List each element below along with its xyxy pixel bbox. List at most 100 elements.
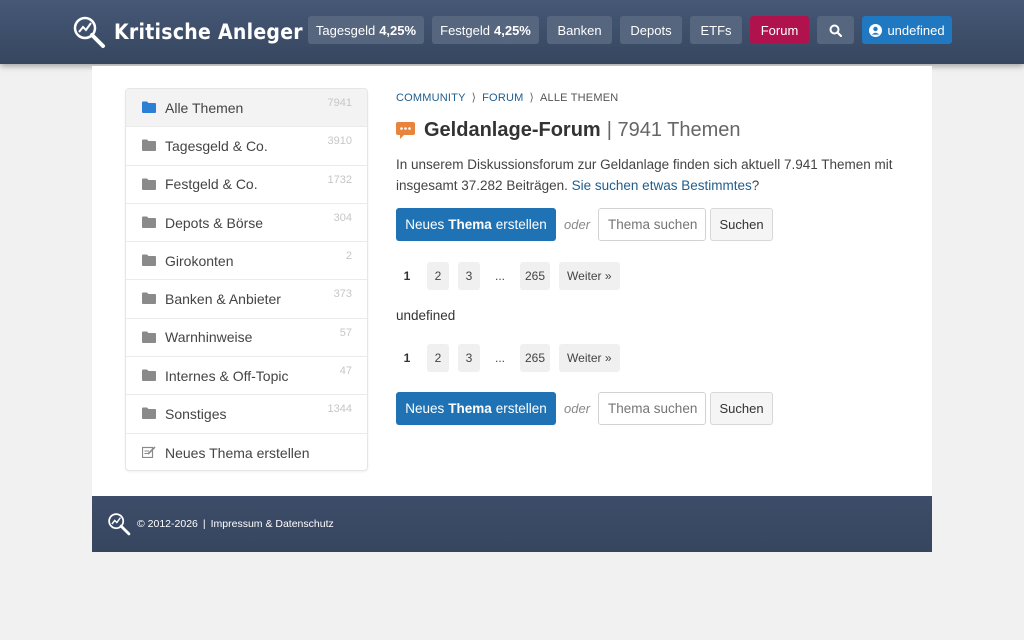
sidebar-item-label: Alle Themen: [165, 99, 244, 116]
new-topic-button[interactable]: Neues Thema erstellen: [396, 392, 556, 425]
breadcrumb-community[interactable]: COMMUNITY: [396, 92, 466, 104]
topic-search-input[interactable]: [598, 392, 707, 425]
sidebar-item-label: Warnhinweise: [165, 329, 253, 346]
content-panel: Alle Themen 7941 Tagesgeld & Co. 3910 Fe…: [92, 66, 932, 496]
topic-search-button[interactable]: Suchen: [710, 208, 774, 241]
sidebar-item-label: Internes & Off-Topic: [165, 367, 289, 384]
impressum-link[interactable]: Impressum & Datenschutz: [211, 518, 334, 530]
sidebar-item-count: 3910: [327, 135, 352, 148]
sidebar-item-girokonten[interactable]: Girokonten 2: [126, 242, 367, 281]
magnifier-chart-icon: [108, 513, 131, 536]
sidebar-item-alle-themen[interactable]: Alle Themen 7941: [126, 89, 367, 128]
footer-text: © 2012-2026 | Impressum & Datenschutz: [137, 518, 334, 530]
site-footer: © 2012-2026 | Impressum & Datenschutz: [92, 496, 932, 552]
sidebar-item-label: Girokonten: [165, 252, 234, 269]
page-ellipsis: ...: [494, 269, 505, 283]
breadcrumb-separator: ⟩: [529, 92, 534, 104]
sidebar-item-count: 373: [333, 288, 352, 301]
nav-depots[interactable]: Depots: [620, 16, 682, 44]
new-topic-label-bold: Thema: [448, 217, 492, 232]
topic-list-placeholder: undefined: [396, 308, 456, 323]
page-ellipsis: ...: [494, 351, 505, 365]
footer-separator: |: [202, 518, 206, 530]
pagination-top: 1 2 3 ... 265 Weiter »: [396, 262, 629, 290]
sidebar-item-internes[interactable]: Internes & Off-Topic 47: [126, 357, 367, 396]
search-hint-link[interactable]: Sie suchen etwas Bestimmtes: [572, 178, 752, 193]
sidebar-item-label: Festgeld & Co.: [165, 176, 258, 193]
page-3-link[interactable]: 3: [458, 262, 480, 290]
sidebar-item-count: 1344: [327, 403, 352, 416]
logo-text: Kritische Anleger: [114, 20, 303, 44]
nav-banken-label: Banken: [557, 22, 602, 38]
sidebar-item-count: 304: [333, 211, 352, 224]
folder-icon: [142, 407, 156, 420]
nav-tagesgeld-label: Tagesgeld: [315, 22, 376, 38]
nav-festgeld-rate: 4,25%: [494, 22, 531, 38]
copyright: © 2012-2026: [137, 518, 198, 530]
nav-festgeld[interactable]: Festgeld 4,25%: [432, 16, 539, 44]
page-title: Geldanlage-Forum: [424, 119, 601, 141]
topic-actions-top: NeuesThemaerstellen oder Suchen: [396, 208, 774, 241]
sidebar-item-count: 1732: [327, 173, 352, 186]
nav-banken[interactable]: Banken: [547, 16, 612, 44]
sidebar-item-festgeld[interactable]: Festgeld & Co. 1732: [126, 166, 367, 204]
breadcrumb: COMMUNITY ⟩ FORUM ⟩ ALLE THEMEN: [396, 91, 618, 104]
user-account-button[interactable]: undefined: [862, 16, 952, 44]
breadcrumb-forum[interactable]: FORUM: [482, 92, 523, 104]
page-1-current: 1: [403, 351, 411, 365]
sidebar-item-sonstiges[interactable]: Sonstiges 1344: [126, 395, 367, 434]
sidebar-item-label: Tagesgeld & Co.: [165, 137, 268, 154]
folder-icon: [142, 331, 156, 343]
folder-icon: [142, 292, 156, 305]
site-logo[interactable]: Kritische Anleger: [72, 12, 324, 52]
topic-actions-bottom: NeuesThemaerstellen oder Suchen: [396, 392, 774, 425]
sidebar-item-label: Neues Thema erstellen: [165, 444, 310, 461]
sidebar-item-banken[interactable]: Banken & Anbieter 373: [126, 280, 367, 319]
sidebar-item-new-topic[interactable]: Neues Thema erstellen: [126, 434, 367, 470]
sidebar-item-warnhinweise[interactable]: Warnhinweise 57: [126, 319, 367, 358]
sidebar-item-label: Depots & Börse: [165, 214, 264, 231]
sidebar-item-label: Banken & Anbieter: [165, 291, 281, 308]
forum-chat-icon: [396, 122, 415, 139]
sidebar-item-count: 7941: [327, 97, 352, 109]
new-topic-button[interactable]: Neues Thema erstellen: [396, 208, 556, 241]
user-label: undefined: [887, 22, 945, 38]
page-2-link[interactable]: 2: [427, 262, 449, 290]
nav-tagesgeld[interactable]: Tagesgeld 4,25%: [308, 16, 424, 44]
folder-icon: [142, 369, 156, 382]
folder-icon: [142, 139, 156, 152]
page-1-current: 1: [403, 269, 411, 283]
page-last-link[interactable]: 265: [520, 262, 551, 290]
top-navigation-bar: Kritische Anleger Tagesgeld 4,25% Festgel…: [0, 0, 1024, 64]
page-2-link[interactable]: 2: [427, 344, 449, 372]
page-3-link[interactable]: 3: [458, 344, 480, 372]
nav-depots-label: Depots: [630, 22, 672, 38]
sidebar-item-tagesgeld[interactable]: Tagesgeld & Co. 3910: [126, 127, 367, 166]
nav-forum-label: Forum: [760, 22, 799, 38]
next-page-button[interactable]: Weiter »: [559, 344, 620, 372]
breadcrumb-separator: ⟩: [471, 92, 477, 104]
sidebar-item-depots[interactable]: Depots & Börse 304: [126, 204, 367, 243]
new-topic-label-prefix: Neues: [405, 401, 445, 416]
search-button[interactable]: [817, 16, 854, 44]
topic-count: | 7941 Themen: [606, 119, 741, 141]
sidebar-item-label: Sonstiges: [165, 406, 227, 423]
magnifier-chart-icon: [73, 16, 105, 48]
nav-etfs[interactable]: ETFs: [690, 16, 742, 44]
edit-icon: [142, 446, 156, 458]
topic-search-button[interactable]: Suchen: [710, 392, 774, 425]
user-circle-icon: [869, 23, 883, 37]
new-topic-label-suffix: erstellen: [495, 401, 547, 416]
new-topic-label-bold: Thema: [448, 401, 492, 416]
sidebar-item-count: 47: [339, 365, 352, 378]
page-last-link[interactable]: 265: [520, 344, 551, 372]
folder-icon: [142, 101, 156, 113]
search-icon: [829, 24, 842, 37]
topic-search-input[interactable]: [598, 208, 707, 241]
new-topic-label-prefix: Neues: [405, 217, 445, 232]
nav-forum[interactable]: Forum: [750, 16, 809, 44]
sidebar-item-count: 2: [345, 250, 352, 263]
forum-intro: In unserem Diskussionsforum zur Geldanla…: [396, 154, 906, 196]
next-page-button[interactable]: Weiter »: [559, 262, 620, 290]
forum-intro-end: ?: [751, 178, 760, 193]
